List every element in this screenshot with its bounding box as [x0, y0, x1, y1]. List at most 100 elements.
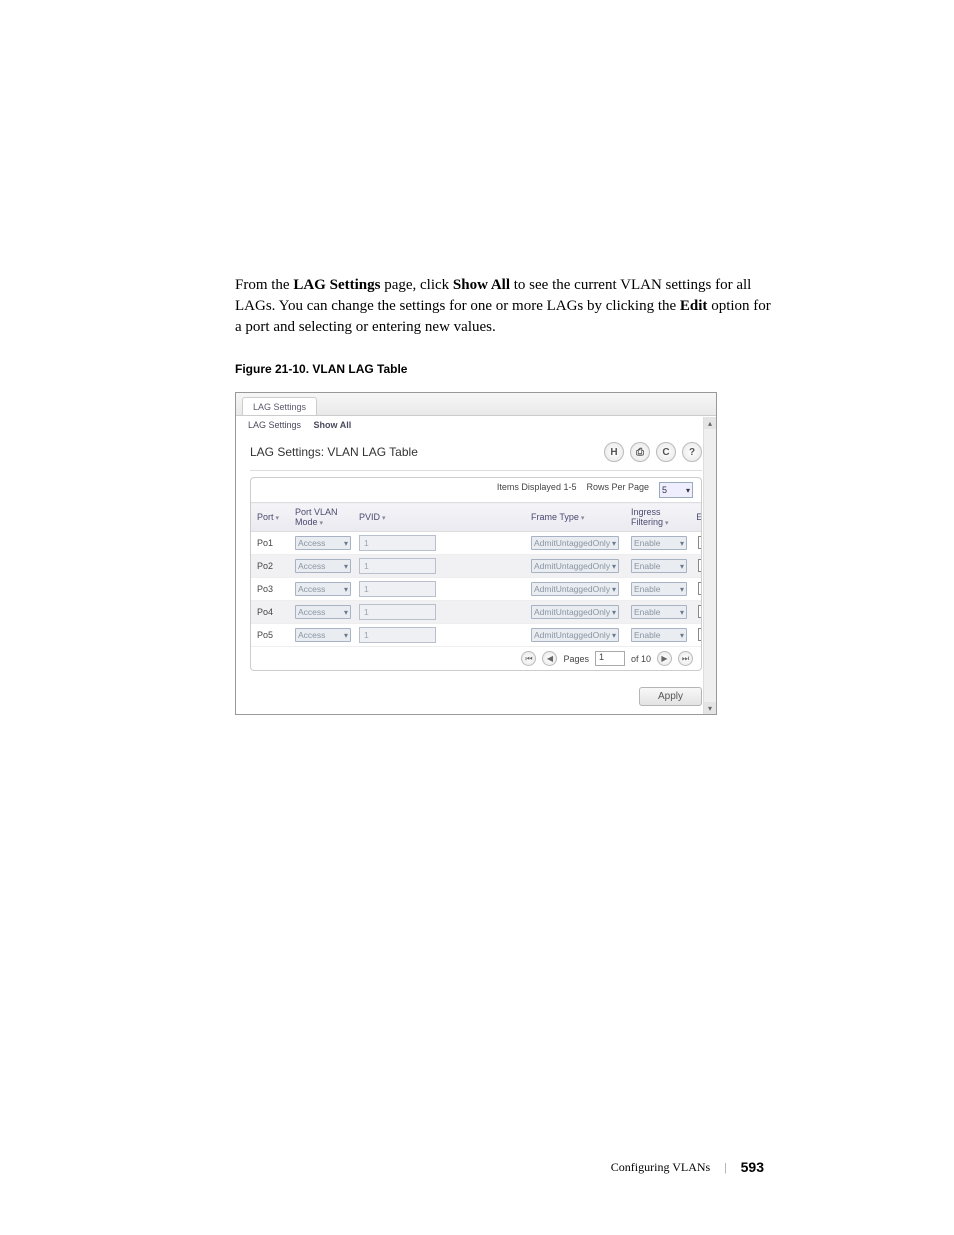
- text-bold: Show All: [453, 277, 510, 293]
- port-vlan-mode-select[interactable]: Access▾: [295, 559, 351, 573]
- pages-label: Pages: [563, 654, 589, 664]
- cell-port: Po5: [251, 624, 289, 647]
- chevron-down-icon: ▾: [612, 562, 616, 571]
- body-paragraph: From the LAG Settings page, click Show A…: [235, 275, 774, 338]
- pvid-input[interactable]: 1: [359, 604, 436, 620]
- pvid-input[interactable]: 1: [359, 558, 436, 574]
- breadcrumb-item[interactable]: Show All: [314, 420, 352, 430]
- sort-icon: ▾: [276, 515, 280, 522]
- frame-type-select[interactable]: AdmitUntaggedOnly▾: [531, 536, 619, 550]
- frame-type-select[interactable]: AdmitUntaggedOnly▾: [531, 559, 619, 573]
- table-row: Po3 Access▾ 1 AdmitUntaggedOnly▾ Enable▾: [251, 578, 702, 601]
- text-bold: LAG Settings: [293, 277, 380, 293]
- table-row: Po2 Access▾ 1 AdmitUntaggedOnly▾ Enable▾: [251, 555, 702, 578]
- text: page, click: [380, 277, 452, 293]
- edit-checkbox[interactable]: [698, 536, 703, 549]
- frame-type-select[interactable]: AdmitUntaggedOnly▾: [531, 628, 619, 642]
- chevron-down-icon: ▾: [686, 486, 690, 495]
- table-header-row: Port▾ Port VLAN Mode▾ PVID▾ Frame Type▾ …: [251, 503, 702, 532]
- sort-icon: ▾: [581, 515, 585, 522]
- rows-per-page-select[interactable]: 5 ▾: [659, 482, 693, 498]
- chevron-down-icon: ▾: [344, 562, 348, 571]
- col-edit: Edit: [689, 503, 702, 532]
- page-prev-icon[interactable]: ◀: [542, 651, 557, 666]
- chevron-down-icon: ▾: [344, 585, 348, 594]
- page-input[interactable]: 1: [595, 651, 625, 666]
- screenshot-panel: LAG Settings LAG Settings Show All LAG S…: [235, 392, 717, 715]
- help-icon[interactable]: ?: [682, 442, 702, 462]
- port-vlan-mode-select[interactable]: Access▾: [295, 582, 351, 596]
- chevron-down-icon: ▾: [612, 608, 616, 617]
- cell-port: Po1: [251, 532, 289, 555]
- items-displayed: Items Displayed 1-5: [497, 482, 577, 498]
- cell-port: Po4: [251, 601, 289, 624]
- ingress-filtering-select[interactable]: Enable▾: [631, 559, 687, 573]
- tab-lag-settings[interactable]: LAG Settings: [242, 397, 317, 415]
- footer-chapter: Configuring VLANs: [611, 1160, 710, 1175]
- rows-per-page-value: 5: [662, 485, 667, 495]
- col-frame[interactable]: Frame Type▾: [525, 503, 625, 532]
- chevron-down-icon: ▾: [680, 631, 684, 640]
- vertical-scrollbar[interactable]: ▴ ▾: [703, 417, 716, 714]
- chevron-down-icon: ▾: [612, 585, 616, 594]
- figure-caption: Figure 21-10. VLAN LAG Table: [235, 362, 774, 376]
- chevron-down-icon: ▾: [680, 585, 684, 594]
- footer-separator: |: [724, 1160, 726, 1175]
- refresh-icon[interactable]: C: [656, 442, 676, 462]
- ingress-filtering-select[interactable]: Enable▾: [631, 605, 687, 619]
- chevron-down-icon: ▾: [612, 631, 616, 640]
- edit-checkbox[interactable]: [698, 559, 703, 572]
- footer-page-number: 593: [741, 1159, 764, 1175]
- chevron-down-icon: ▾: [680, 539, 684, 548]
- page-first-icon[interactable]: ⏮: [521, 651, 536, 666]
- vlan-lag-table: Items Displayed 1-5 Rows Per Page 5 ▾ Po…: [250, 477, 702, 671]
- scroll-up-icon[interactable]: ▴: [704, 417, 716, 429]
- ingress-filtering-select[interactable]: Enable▾: [631, 628, 687, 642]
- col-filt[interactable]: Ingress Filtering▾: [625, 503, 689, 532]
- col-port[interactable]: Port▾: [251, 503, 289, 532]
- chevron-down-icon: ▾: [344, 608, 348, 617]
- apply-button[interactable]: Apply: [639, 687, 702, 706]
- rows-per-page-label: Rows Per Page: [586, 482, 649, 498]
- page-footer: Configuring VLANs | 593: [611, 1159, 764, 1175]
- breadcrumb-item[interactable]: LAG Settings: [248, 420, 301, 430]
- sort-icon: ▾: [382, 515, 386, 522]
- text: From the: [235, 277, 293, 293]
- port-vlan-mode-select[interactable]: Access▾: [295, 605, 351, 619]
- edit-checkbox[interactable]: [698, 628, 703, 641]
- page-last-icon[interactable]: ⏭: [678, 651, 693, 666]
- chevron-down-icon: ▾: [612, 539, 616, 548]
- col-pvid[interactable]: PVID▾: [353, 503, 439, 532]
- frame-type-select[interactable]: AdmitUntaggedOnly▾: [531, 605, 619, 619]
- col-mode[interactable]: Port VLAN Mode▾: [289, 503, 353, 532]
- edit-checkbox[interactable]: [698, 582, 703, 595]
- port-vlan-mode-select[interactable]: Access▾: [295, 628, 351, 642]
- cell-port: Po3: [251, 578, 289, 601]
- panel-title: LAG Settings: VLAN LAG Table: [250, 445, 418, 459]
- scroll-down-icon[interactable]: ▾: [704, 702, 716, 714]
- chevron-down-icon: ▾: [344, 539, 348, 548]
- save-icon[interactable]: H: [604, 442, 624, 462]
- table-row: Po1 Access▾ 1 AdmitUntaggedOnly▾ Enable▾: [251, 532, 702, 555]
- tab-bar: LAG Settings: [236, 393, 716, 416]
- pvid-input[interactable]: 1: [359, 581, 436, 597]
- text-bold: Edit: [680, 298, 708, 314]
- pvid-input[interactable]: 1: [359, 535, 436, 551]
- frame-type-select[interactable]: AdmitUntaggedOnly▾: [531, 582, 619, 596]
- chevron-down-icon: ▾: [680, 562, 684, 571]
- ingress-filtering-select[interactable]: Enable▾: [631, 536, 687, 550]
- of-total: of 10: [631, 654, 651, 664]
- print-icon[interactable]: ⎙: [630, 442, 650, 462]
- chevron-down-icon: ▾: [344, 631, 348, 640]
- table-row: Po4 Access▾ 1 AdmitUntaggedOnly▾ Enable▾: [251, 601, 702, 624]
- ingress-filtering-select[interactable]: Enable▾: [631, 582, 687, 596]
- port-vlan-mode-select[interactable]: Access▾: [295, 536, 351, 550]
- sort-icon: ▾: [665, 520, 669, 527]
- edit-checkbox[interactable]: [698, 605, 703, 618]
- breadcrumb: LAG Settings Show All: [236, 416, 716, 434]
- chevron-down-icon: ▾: [680, 608, 684, 617]
- cell-port: Po2: [251, 555, 289, 578]
- table-row: Po5 Access▾ 1 AdmitUntaggedOnly▾ Enable▾: [251, 624, 702, 647]
- page-next-icon[interactable]: ▶: [657, 651, 672, 666]
- pvid-input[interactable]: 1: [359, 627, 436, 643]
